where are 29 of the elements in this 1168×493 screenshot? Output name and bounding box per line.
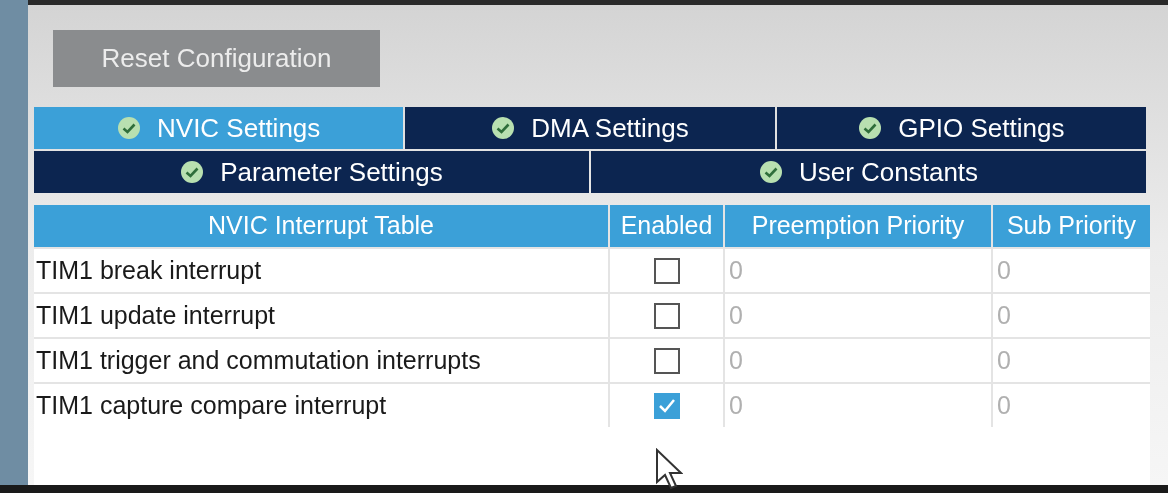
check-circle-icon	[858, 116, 883, 140]
check-circle-icon	[758, 160, 783, 184]
enabled-checkbox[interactable]	[653, 257, 680, 284]
preemption-priority-value: 0	[729, 299, 743, 331]
column-header: NVIC Interrupt Table	[34, 205, 608, 247]
settings-tab[interactable]: GPIO Settings	[776, 107, 1146, 149]
check-circle-icon	[117, 116, 141, 140]
sub-priority-value: 0	[997, 254, 1011, 286]
settings-tab[interactable]: Parameter Settings	[34, 151, 589, 193]
column-header: Sub Priority	[993, 205, 1150, 247]
interrupt-name: TIM1 update interrupt	[36, 299, 275, 331]
settings-tab[interactable]: User Constants	[591, 151, 1146, 193]
enabled-checkbox[interactable]	[653, 347, 680, 374]
enabled-checkbox[interactable]	[653, 302, 680, 329]
sub-priority-value: 0	[997, 344, 1011, 376]
interrupt-name: TIM1 capture compare interrupt	[36, 389, 387, 421]
column-header: Preemption Priority	[725, 205, 991, 247]
check-circle-icon	[491, 116, 516, 140]
preemption-priority-value: 0	[729, 344, 743, 376]
enabled-checkbox[interactable]	[653, 392, 680, 419]
column-header: Enabled	[610, 205, 723, 247]
interrupt-name: TIM1 trigger and commutation interrupts	[36, 344, 481, 376]
check-circle-icon	[180, 160, 205, 184]
preemption-priority-value: 0	[729, 254, 743, 286]
settings-tab[interactable]: DMA Settings	[405, 107, 775, 149]
preemption-priority-value: 0	[729, 389, 743, 421]
sub-priority-value: 0	[997, 299, 1011, 331]
interrupt-name: TIM1 break interrupt	[36, 254, 262, 286]
sub-priority-value: 0	[997, 389, 1011, 421]
